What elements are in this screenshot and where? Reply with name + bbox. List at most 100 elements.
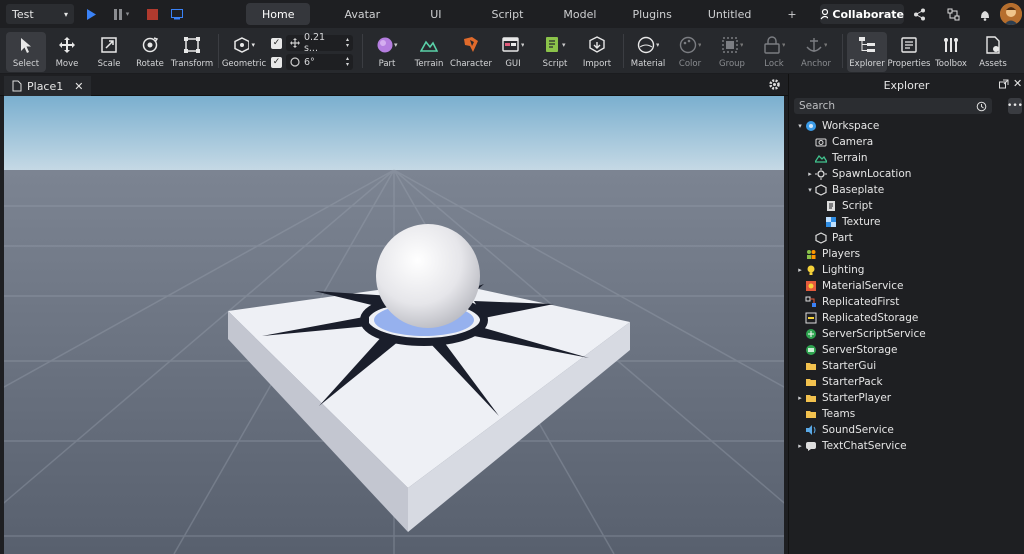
explorer-toggle-button[interactable]: Explorer — [847, 32, 887, 72]
mode-dropdown[interactable]: Test ▾ — [6, 4, 74, 24]
play-icon[interactable] — [84, 6, 98, 22]
part-dropdown[interactable]: ▾ Part — [367, 32, 407, 72]
screen-icon[interactable] — [170, 6, 184, 22]
tree-item-script[interactable]: Script — [789, 198, 1024, 214]
viewport-settings-gear-icon[interactable] — [768, 78, 781, 94]
lock-dropdown[interactable]: ▾ Lock — [754, 32, 794, 72]
terrain-button[interactable]: Terrain — [409, 32, 449, 72]
tree-item-soundservice[interactable]: SoundService — [789, 422, 1024, 438]
stepper-arrows-icon[interactable]: ▴ ▾ — [346, 37, 349, 49]
cursor-icon — [21, 38, 31, 53]
expand-arrow-icon[interactable]: ▾ — [805, 186, 815, 194]
collapse-arrow-icon[interactable]: ▸ — [795, 266, 805, 274]
tree-item-label: ReplicatedStorage — [822, 312, 919, 324]
undock-icon[interactable] — [999, 79, 1009, 92]
more-options-button[interactable]: ••• — [1007, 98, 1023, 114]
ribbon-divider — [218, 34, 219, 68]
move-label: Move — [55, 59, 79, 69]
tree-item-starterplayer[interactable]: ▸ StarterPlayer — [789, 390, 1024, 406]
assets-toggle-button[interactable]: Assets — [973, 32, 1013, 72]
history-icon — [976, 101, 987, 111]
tree-item-terrain[interactable]: Terrain — [789, 150, 1024, 166]
toolbox-toggle-button[interactable]: Toolbox — [931, 32, 971, 72]
transform-tool-button[interactable]: Transform — [171, 32, 213, 72]
sphere-part-icon: ▾ — [377, 37, 398, 53]
tree-item-part[interactable]: Part — [789, 230, 1024, 246]
tree-item-label: Camera — [832, 136, 874, 148]
anchor-dropdown[interactable]: ▾ Anchor — [796, 32, 836, 72]
tree-item-spawnlocation[interactable]: ▸ SpawnLocation — [789, 166, 1024, 182]
ribbon-divider — [842, 34, 843, 68]
collaborate-label: Collaborate — [832, 7, 904, 21]
move-tool-button[interactable]: Move — [47, 32, 87, 72]
document-tab-place1[interactable]: Place1 ✕ — [4, 76, 92, 96]
mode-label: Test — [12, 7, 34, 21]
tree-item-camera[interactable]: Camera — [789, 134, 1024, 150]
geometric-label: Geometric — [221, 59, 267, 69]
explorer-label: Explorer — [849, 59, 885, 69]
snap-rotate-stepper[interactable]: 6° ▴ ▾ — [286, 54, 353, 70]
tree-item-starterpack[interactable]: StarterPack — [789, 374, 1024, 390]
network-icon[interactable] — [944, 5, 962, 23]
stepper-arrows-icon[interactable]: ▴ ▾ — [346, 56, 349, 68]
tree-item-teams[interactable]: Teams — [789, 406, 1024, 422]
3d-viewport[interactable] — [4, 96, 784, 554]
geometric-dropdown[interactable]: ▾ Geometric — [222, 32, 266, 72]
collapse-arrow-icon[interactable]: ▸ — [795, 442, 805, 450]
tab-untitled[interactable]: Untitled — [692, 3, 768, 25]
sky — [4, 96, 784, 174]
select-tool-button[interactable]: Select — [6, 32, 46, 72]
group-dropdown[interactable]: ▾ Group — [712, 32, 752, 72]
character-icon — [464, 37, 478, 52]
anchor-icon: ▾ — [806, 38, 827, 52]
tree-item-serverstorage[interactable]: ServerStorage — [789, 342, 1024, 358]
properties-toggle-button[interactable]: Properties — [888, 32, 930, 72]
stop-button[interactable] — [145, 6, 159, 22]
scale-tool-button[interactable]: Scale — [89, 32, 129, 72]
tab-avatar[interactable]: Avatar — [328, 3, 396, 25]
tab-home[interactable]: Home — [246, 3, 311, 25]
avatar[interactable] — [1000, 3, 1022, 25]
cube-pivot-icon — [234, 37, 250, 53]
tab-model[interactable]: Model — [547, 3, 612, 25]
script-dropdown[interactable]: ▾ Script — [535, 32, 575, 72]
chevron-down-icon: ▾ — [251, 41, 255, 49]
tree-item-players[interactable]: Players — [789, 246, 1024, 262]
terrain-icon — [420, 40, 438, 52]
color-dropdown[interactable]: ▾ Color — [670, 32, 710, 72]
tree-item-lighting[interactable]: ▸ Lighting — [789, 262, 1024, 278]
close-icon[interactable]: ✕ — [74, 80, 83, 93]
share-icon[interactable] — [910, 5, 928, 23]
notification-bell-icon[interactable] — [976, 5, 994, 23]
tree-item-label: StarterGui — [822, 360, 877, 372]
collapse-arrow-icon[interactable]: ▸ — [805, 170, 815, 178]
tree-item-baseplate[interactable]: ▾ Baseplate — [789, 182, 1024, 198]
import-button[interactable]: Import — [577, 32, 617, 72]
snap-rotate-checkbox[interactable]: ✓ — [271, 56, 282, 68]
tree-item-workspace[interactable]: ▾ Workspace — [789, 118, 1024, 134]
character-button[interactable]: Character — [450, 32, 492, 72]
tree-item-replicatedfirst[interactable]: ReplicatedFirst — [789, 294, 1024, 310]
tree-item-label: ServerScriptService — [822, 328, 926, 340]
material-dropdown[interactable]: ▾ Material — [628, 32, 668, 72]
collapse-arrow-icon[interactable]: ▸ — [795, 394, 805, 402]
expand-arrow-icon[interactable]: ▾ — [795, 122, 805, 130]
snap-move-stepper[interactable]: 0.21 s... ▴ ▾ — [286, 32, 353, 54]
tree-item-textchatservice[interactable]: ▸ TextChatService — [789, 438, 1024, 454]
tab-script[interactable]: Script — [476, 3, 540, 25]
pause-button[interactable]: ▾ — [108, 6, 134, 22]
collaborate-button[interactable]: Collaborate — [820, 4, 904, 24]
tab-ui[interactable]: UI — [414, 3, 457, 25]
tab-plugins[interactable]: Plugins — [616, 3, 687, 25]
tree-item-replicatedstorage[interactable]: ReplicatedStorage — [789, 310, 1024, 326]
gui-dropdown[interactable]: ▾ GUI — [493, 32, 533, 72]
explorer-search-input[interactable]: Search — [794, 98, 992, 114]
tree-item-materialservice[interactable]: MaterialService — [789, 278, 1024, 294]
add-tab-button[interactable]: + — [771, 3, 812, 25]
tree-item-startergui[interactable]: StarterGui — [789, 358, 1024, 374]
close-icon[interactable]: ✕ — [1013, 77, 1022, 90]
snap-move-checkbox[interactable]: ✓ — [271, 37, 282, 49]
tree-item-texture[interactable]: Texture — [789, 214, 1024, 230]
rotate-tool-button[interactable]: Rotate — [130, 32, 170, 72]
tree-item-serverscriptservice[interactable]: ServerScriptService — [789, 326, 1024, 342]
